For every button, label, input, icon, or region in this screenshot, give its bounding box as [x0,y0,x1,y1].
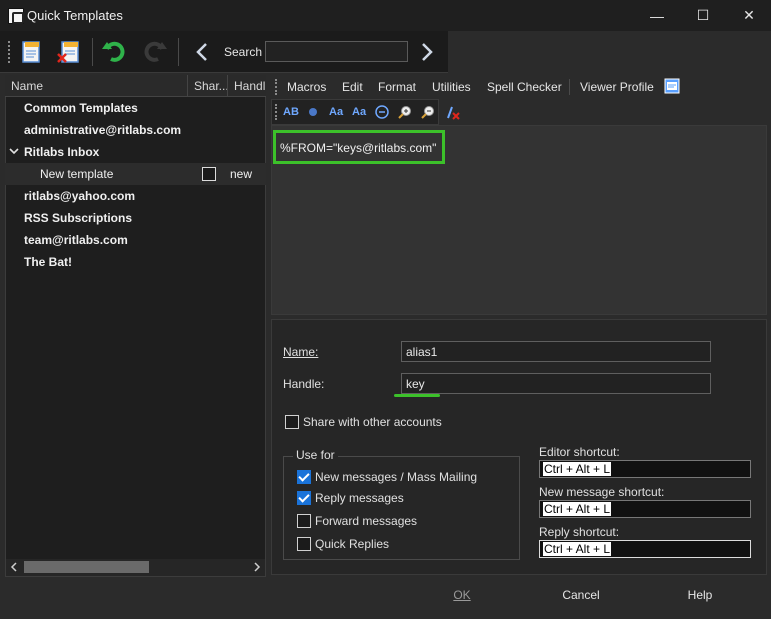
handle-field[interactable] [401,373,711,394]
undo-icon[interactable] [101,37,129,65]
menu-format[interactable]: Format [378,75,416,99]
toolbar-extension [448,31,771,73]
new-message-shortcut-label: New message shortcut: [539,485,665,499]
scroll-right-icon[interactable] [252,561,262,576]
menu-viewer-profile[interactable]: Viewer Profile [580,75,654,99]
name-label-text: Name: [283,345,319,359]
zoom-out-icon[interactable] [421,105,435,122]
tree-item-label: Ritlabs Inbox [24,145,100,159]
column-share[interactable]: Shar... [188,75,228,97]
share-checkbox[interactable] [202,167,216,181]
reply-messages-label[interactable]: Reply messages [315,491,404,505]
tree-item-label: team@ritlabs.com [24,233,128,247]
tree-item-label: The Bat! [24,255,72,269]
redo-icon [140,37,168,65]
editor-text[interactable]: %FROM="keys@ritlabs.com" [280,141,436,155]
menu-macros[interactable]: Macros [287,75,326,99]
delete-template-icon[interactable] [55,38,83,66]
new-message-shortcut-field[interactable]: Ctrl + Alt + L [539,500,751,518]
tree-item-label: administrative@ritlabs.com [24,123,182,137]
toolbar-separator [92,38,93,66]
menu-grip[interactable] [275,79,278,95]
share-accounts-label[interactable]: Share with other accounts [303,415,442,429]
handle-label: Handle: [283,377,325,391]
app-icon [8,8,24,24]
reply-shortcut-label: Reply shortcut: [539,525,620,539]
name-field[interactable] [401,341,711,362]
ok-button[interactable]: OK [402,584,522,606]
cancel-button[interactable]: Cancel [521,584,641,606]
new-message-shortcut-value: Ctrl + Alt + L [543,502,612,516]
clear-format-icon[interactable] [444,104,460,123]
tree-item-label: RSS Subscriptions [24,211,133,225]
editor-shortcut-value: Ctrl + Alt + L [543,462,612,476]
color-icon[interactable] [307,106,319,121]
tree-item-label: ritlabs@yahoo.com [24,189,136,203]
minimize-button[interactable]: — [634,0,680,31]
forward-messages-label[interactable]: Forward messages [315,514,417,528]
tree-item-administrative[interactable]: administrative@ritlabs.com [5,119,266,141]
maximize-button[interactable]: ☐ [680,0,726,31]
window-title: Quick Templates [27,8,123,23]
paragraph-icon[interactable] [375,105,389,122]
format-grip[interactable] [275,104,278,120]
tree-item-label: New template [40,167,114,181]
handle-highlight-underline [394,394,440,397]
scroll-left-icon[interactable] [9,561,19,576]
search-label: Search [224,45,263,59]
tree-column-header: Name Shar... Handl [5,75,266,97]
reply-shortcut-value: Ctrl + Alt + L [543,542,612,556]
tree-item-new-template[interactable]: New template new [5,163,266,185]
quick-replies-label[interactable]: Quick Replies [315,537,389,551]
reply-shortcut-field[interactable]: Ctrl + Alt + L [539,540,751,558]
editor-shortcut-label: Editor shortcut: [539,445,620,459]
scrollbar-thumb[interactable] [24,561,149,573]
tree-item-rss-subscriptions[interactable]: RSS Subscriptions [5,207,266,229]
text-case-icon[interactable]: AB [283,106,299,118]
editor-shortcut-field[interactable]: Ctrl + Alt + L [539,460,751,478]
search-next-icon[interactable] [413,38,441,66]
tree-item-ritlabs-yahoo[interactable]: ritlabs@yahoo.com [5,185,266,207]
viewer-profile-icon[interactable] [664,78,680,97]
search-previous-icon[interactable] [188,38,216,66]
tree-item-ritlabs-inbox[interactable]: Ritlabs Inbox [5,141,266,163]
tree-item-handle: new [230,167,253,181]
name-label: Name: [283,345,318,359]
menu-edit[interactable]: Edit [342,75,363,99]
column-name[interactable]: Name [5,75,188,97]
menu-separator [569,79,570,95]
use-for-label: Use for [293,448,338,462]
menu-utilities[interactable]: Utilities [432,75,471,99]
new-template-icon[interactable] [18,38,46,66]
close-button[interactable]: ✕ [726,0,771,31]
help-button[interactable]: Help [640,584,760,606]
new-messages-checkbox[interactable] [297,470,311,484]
toolbar-separator [178,38,179,66]
menu-spell-checker[interactable]: Spell Checker [487,75,562,99]
forward-messages-checkbox[interactable] [297,514,311,528]
search-input[interactable] [265,41,408,62]
share-accounts-checkbox[interactable] [285,415,299,429]
zoom-in-icon[interactable] [398,105,412,122]
tree-item-common-templates[interactable]: Common Templates [5,97,266,119]
column-handle[interactable]: Handl [228,75,266,97]
toolbar-grip[interactable] [8,41,11,63]
quick-replies-checkbox[interactable] [297,537,311,551]
font-icon[interactable]: Aa [352,106,366,118]
tree-item-team[interactable]: team@ritlabs.com [5,229,266,251]
tree-item-label: Common Templates [24,101,138,115]
font-size-icon[interactable]: Aa [329,106,343,118]
new-messages-label[interactable]: New messages / Mass Mailing [315,470,477,484]
reply-messages-checkbox[interactable] [297,491,311,505]
tree-item-the-bat[interactable]: The Bat! [5,251,266,273]
ok-button-label: OK [453,588,471,602]
